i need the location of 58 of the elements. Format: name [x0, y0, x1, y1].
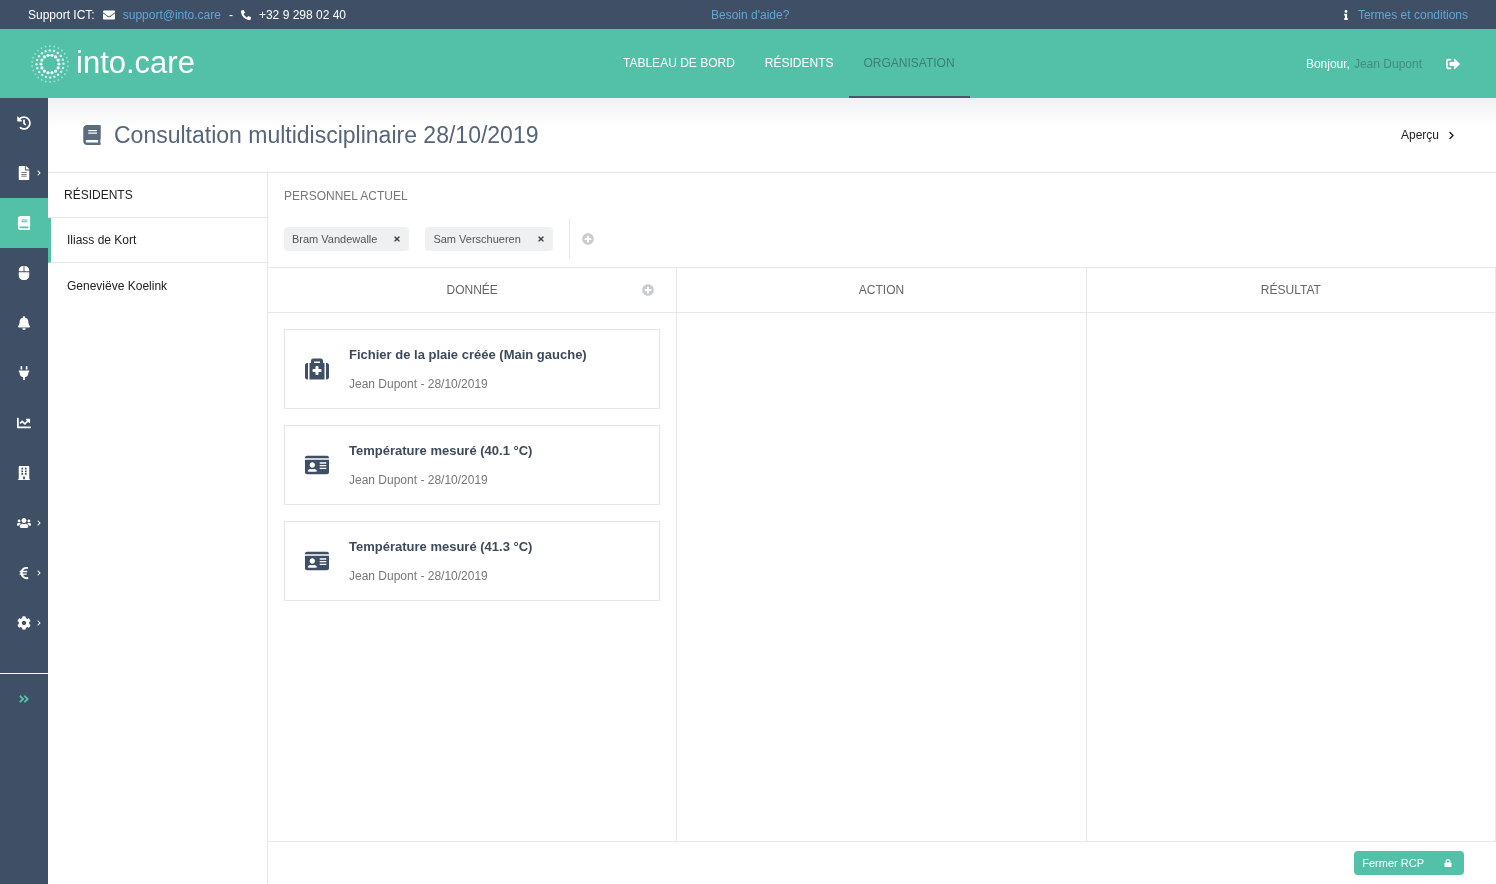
document-icon: [17, 166, 31, 180]
nav-tab[interactable]: TABLEAU DE BORD: [608, 29, 750, 98]
resident-item[interactable]: Geneviëve Koelink: [48, 263, 267, 308]
card-meta: Jean Dupont - 28/10/2019: [349, 568, 489, 586]
mouse-icon: [17, 266, 31, 280]
line-chart-icon: [17, 416, 31, 430]
book-icon: [82, 125, 102, 145]
nav-tab[interactable]: RÉSIDENTS: [749, 29, 849, 98]
lock-icon: [1444, 859, 1452, 867]
history-icon: [17, 116, 31, 130]
logo-text: into.care: [76, 44, 195, 83]
staff-name: Bram Vandewalle: [292, 231, 378, 247]
envelope-icon: [102, 8, 115, 21]
card-meta: Jean Dupont - 28/10/2019: [349, 472, 489, 490]
chevron-icon: [1447, 130, 1456, 140]
remove-icon[interactable]: [393, 235, 402, 243]
residents-heading: RÉSIDENTS: [48, 173, 267, 218]
card-meta: Jean Dupont - 28/10/2019: [349, 376, 489, 394]
separator-text: -: [228, 6, 233, 24]
card-title: Température mesuré (41.3 °C): [349, 537, 533, 556]
help-link[interactable]: Besoin d'aide?: [711, 5, 790, 24]
chevron-icon: [36, 620, 42, 626]
terms-link[interactable]: Termes et conditions: [1357, 5, 1468, 24]
page-title: Consultation multidisciplinaire 28/10/2019: [114, 120, 539, 150]
preview-link[interactable]: Aperçu: [1400, 126, 1456, 144]
chevron-icon: [36, 520, 42, 526]
settings-icon: [17, 616, 31, 630]
id-card-icon: [305, 453, 329, 477]
plug-icon: [17, 366, 31, 380]
chevron-icon: [36, 170, 42, 176]
phone-number: +32 9 298 02 40: [258, 6, 347, 24]
column-heading: RÉSULTAT: [1260, 281, 1321, 299]
euro-icon: [17, 566, 31, 580]
expand-icon[interactable]: [18, 693, 30, 705]
building-icon: [17, 466, 31, 480]
resident-item[interactable]: Iliass de Kort: [48, 218, 267, 263]
support-label: Support ICT:: [28, 6, 95, 24]
staff-heading: PERSONNEL ACTUEL: [284, 188, 409, 205]
remove-icon[interactable]: [536, 235, 545, 243]
data-card[interactable]: Fichier de la plaie créée (Main gauche) Jean Dupont - 28/10/2019: [284, 329, 661, 409]
data-card[interactable]: Température mesuré (40.1 °C) Jean Dupont - 28/10/2019: [284, 425, 661, 505]
data-card[interactable]: Température mesuré (41.3 °C) Jean Dupont - 28/10/2019: [284, 521, 661, 601]
id-card-icon: [305, 549, 329, 573]
column-heading: DONNÉE: [446, 281, 498, 299]
users-icon: [17, 516, 31, 530]
card-title: Fichier de la plaie créée (Main gauche): [349, 345, 587, 364]
greeting-text: Bonjour,: [1305, 55, 1350, 73]
book-icon: [17, 216, 31, 230]
medkit-icon: [305, 357, 329, 381]
column-heading: ACTION: [858, 282, 905, 299]
staff-name: Sam Verschueren: [433, 231, 521, 247]
phone-icon: [240, 9, 251, 20]
support-email-link[interactable]: support@into.care: [122, 5, 221, 24]
card-title: Température mesuré (40.1 °C): [349, 441, 533, 460]
info-icon: [1341, 9, 1350, 20]
close-rcp-button[interactable]: Fermer RCP: [1354, 851, 1464, 875]
bell-icon: [17, 316, 31, 330]
chevron-icon: [36, 570, 42, 576]
